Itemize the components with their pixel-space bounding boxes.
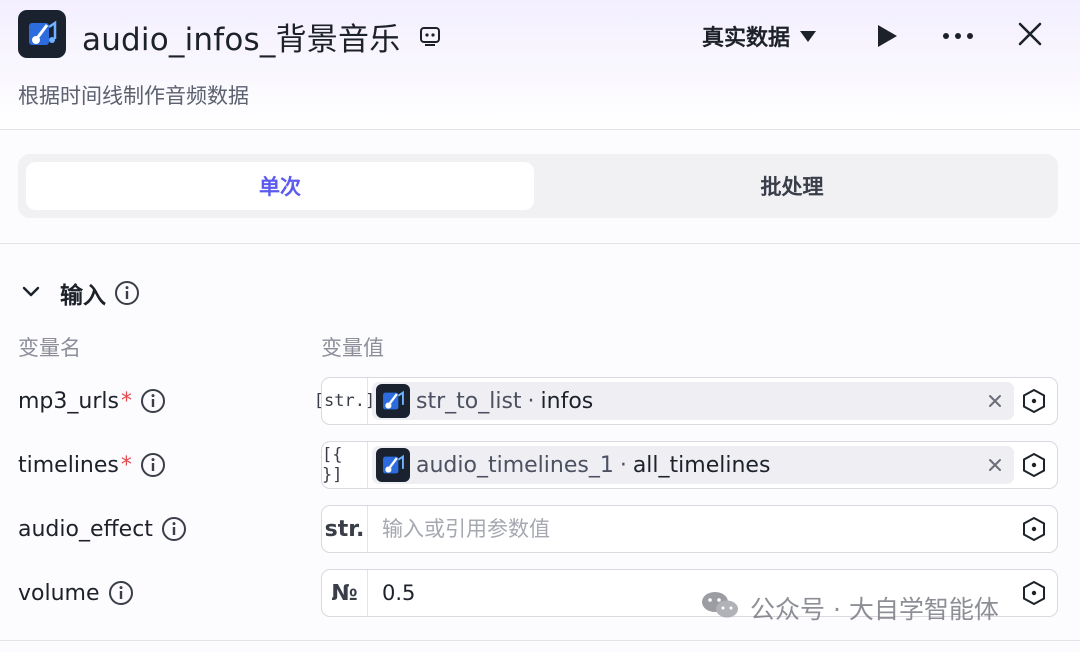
param-field-audio-effect: str. xyxy=(321,505,1058,553)
info-icon[interactable] xyxy=(161,516,187,542)
required-mark: * xyxy=(120,452,132,478)
chevron-down-icon xyxy=(20,280,42,306)
info-icon[interactable] xyxy=(108,580,134,606)
info-icon[interactable] xyxy=(140,452,166,478)
input-section-toggle[interactable]: 输入 xyxy=(20,276,140,310)
reference-chip[interactable]: str_to_list · infos xyxy=(372,382,1014,420)
param-name: mp3_urls xyxy=(18,388,119,414)
audio-tool-icon xyxy=(18,10,66,58)
column-header-name: 变量名 xyxy=(18,336,81,360)
node-icon xyxy=(376,448,410,482)
type-tag-array-object[interactable]: [{ }] xyxy=(322,442,368,488)
data-mode-dropdown[interactable]: 真实数据 xyxy=(702,20,817,52)
ref-node-name: str_to_list xyxy=(416,388,522,414)
node-description: 根据时间线制作音频数据 xyxy=(18,84,249,108)
variable-reference-icon[interactable] xyxy=(1021,516,1047,542)
reference-chip[interactable]: audio_timelines_1 · all_timelines xyxy=(372,446,1014,484)
variable-reference-icon[interactable] xyxy=(1021,452,1047,478)
type-tag-number[interactable]: № xyxy=(322,570,368,616)
close-icon[interactable] xyxy=(1014,18,1046,50)
clear-icon[interactable] xyxy=(984,454,1006,476)
param-label-audio-effect: audio_effect xyxy=(18,512,187,546)
watermark-text: 公众号 · 大自学智能体 xyxy=(750,595,999,624)
info-icon[interactable] xyxy=(140,388,166,414)
data-mode-label: 真实数据 xyxy=(702,26,791,51)
node-icon xyxy=(376,384,410,418)
variable-reference-icon[interactable] xyxy=(1021,580,1047,606)
param-field-timelines: [{ }] audio_timelines_1 · all_timelines xyxy=(321,441,1058,489)
ref-node-name: audio_timelines_1 xyxy=(416,452,614,478)
info-icon[interactable] xyxy=(114,280,140,306)
param-label-mp3-urls: mp3_urls * xyxy=(18,384,166,418)
param-name: audio_effect xyxy=(18,516,153,542)
required-mark: * xyxy=(120,388,132,414)
more-icon[interactable] xyxy=(940,22,976,50)
tab-batch[interactable]: 批处理 xyxy=(538,162,1046,210)
wechat-icon xyxy=(700,589,740,627)
divider xyxy=(0,243,1080,244)
caret-down-icon xyxy=(800,30,817,42)
watermark: 公众号 · 大自学智能体 xyxy=(700,590,999,626)
audio-effect-input[interactable] xyxy=(382,514,982,544)
type-tag-array-string[interactable]: [str.] xyxy=(314,378,375,424)
node-header: audio_infos_背景音乐 真实数据 根据时间线制作音频数据 xyxy=(0,0,1080,130)
param-name: timelines xyxy=(18,452,119,478)
ref-variable-name: infos xyxy=(540,388,594,414)
ref-separator: · xyxy=(619,452,627,478)
ref-variable-name: all_timelines xyxy=(632,452,771,478)
column-header-value: 变量值 xyxy=(321,336,384,360)
run-mode-tabs: 单次 批处理 xyxy=(18,154,1058,218)
edit-icon[interactable] xyxy=(418,24,442,48)
clear-icon[interactable] xyxy=(984,390,1006,412)
tab-single[interactable]: 单次 xyxy=(26,162,534,210)
divider xyxy=(0,640,1080,641)
param-name: volume xyxy=(18,580,100,606)
play-icon[interactable] xyxy=(874,22,900,50)
param-label-volume: volume xyxy=(18,576,134,610)
node-title[interactable]: audio_infos_背景音乐 xyxy=(82,14,400,59)
section-title: 输入 xyxy=(60,283,106,309)
type-tag-string[interactable]: str. xyxy=(322,506,368,552)
param-label-timelines: timelines * xyxy=(18,448,166,482)
ref-separator: · xyxy=(527,388,535,414)
param-field-mp3-urls: [str.] str_to_list · infos xyxy=(314,377,1058,425)
variable-reference-icon[interactable] xyxy=(1021,388,1047,414)
